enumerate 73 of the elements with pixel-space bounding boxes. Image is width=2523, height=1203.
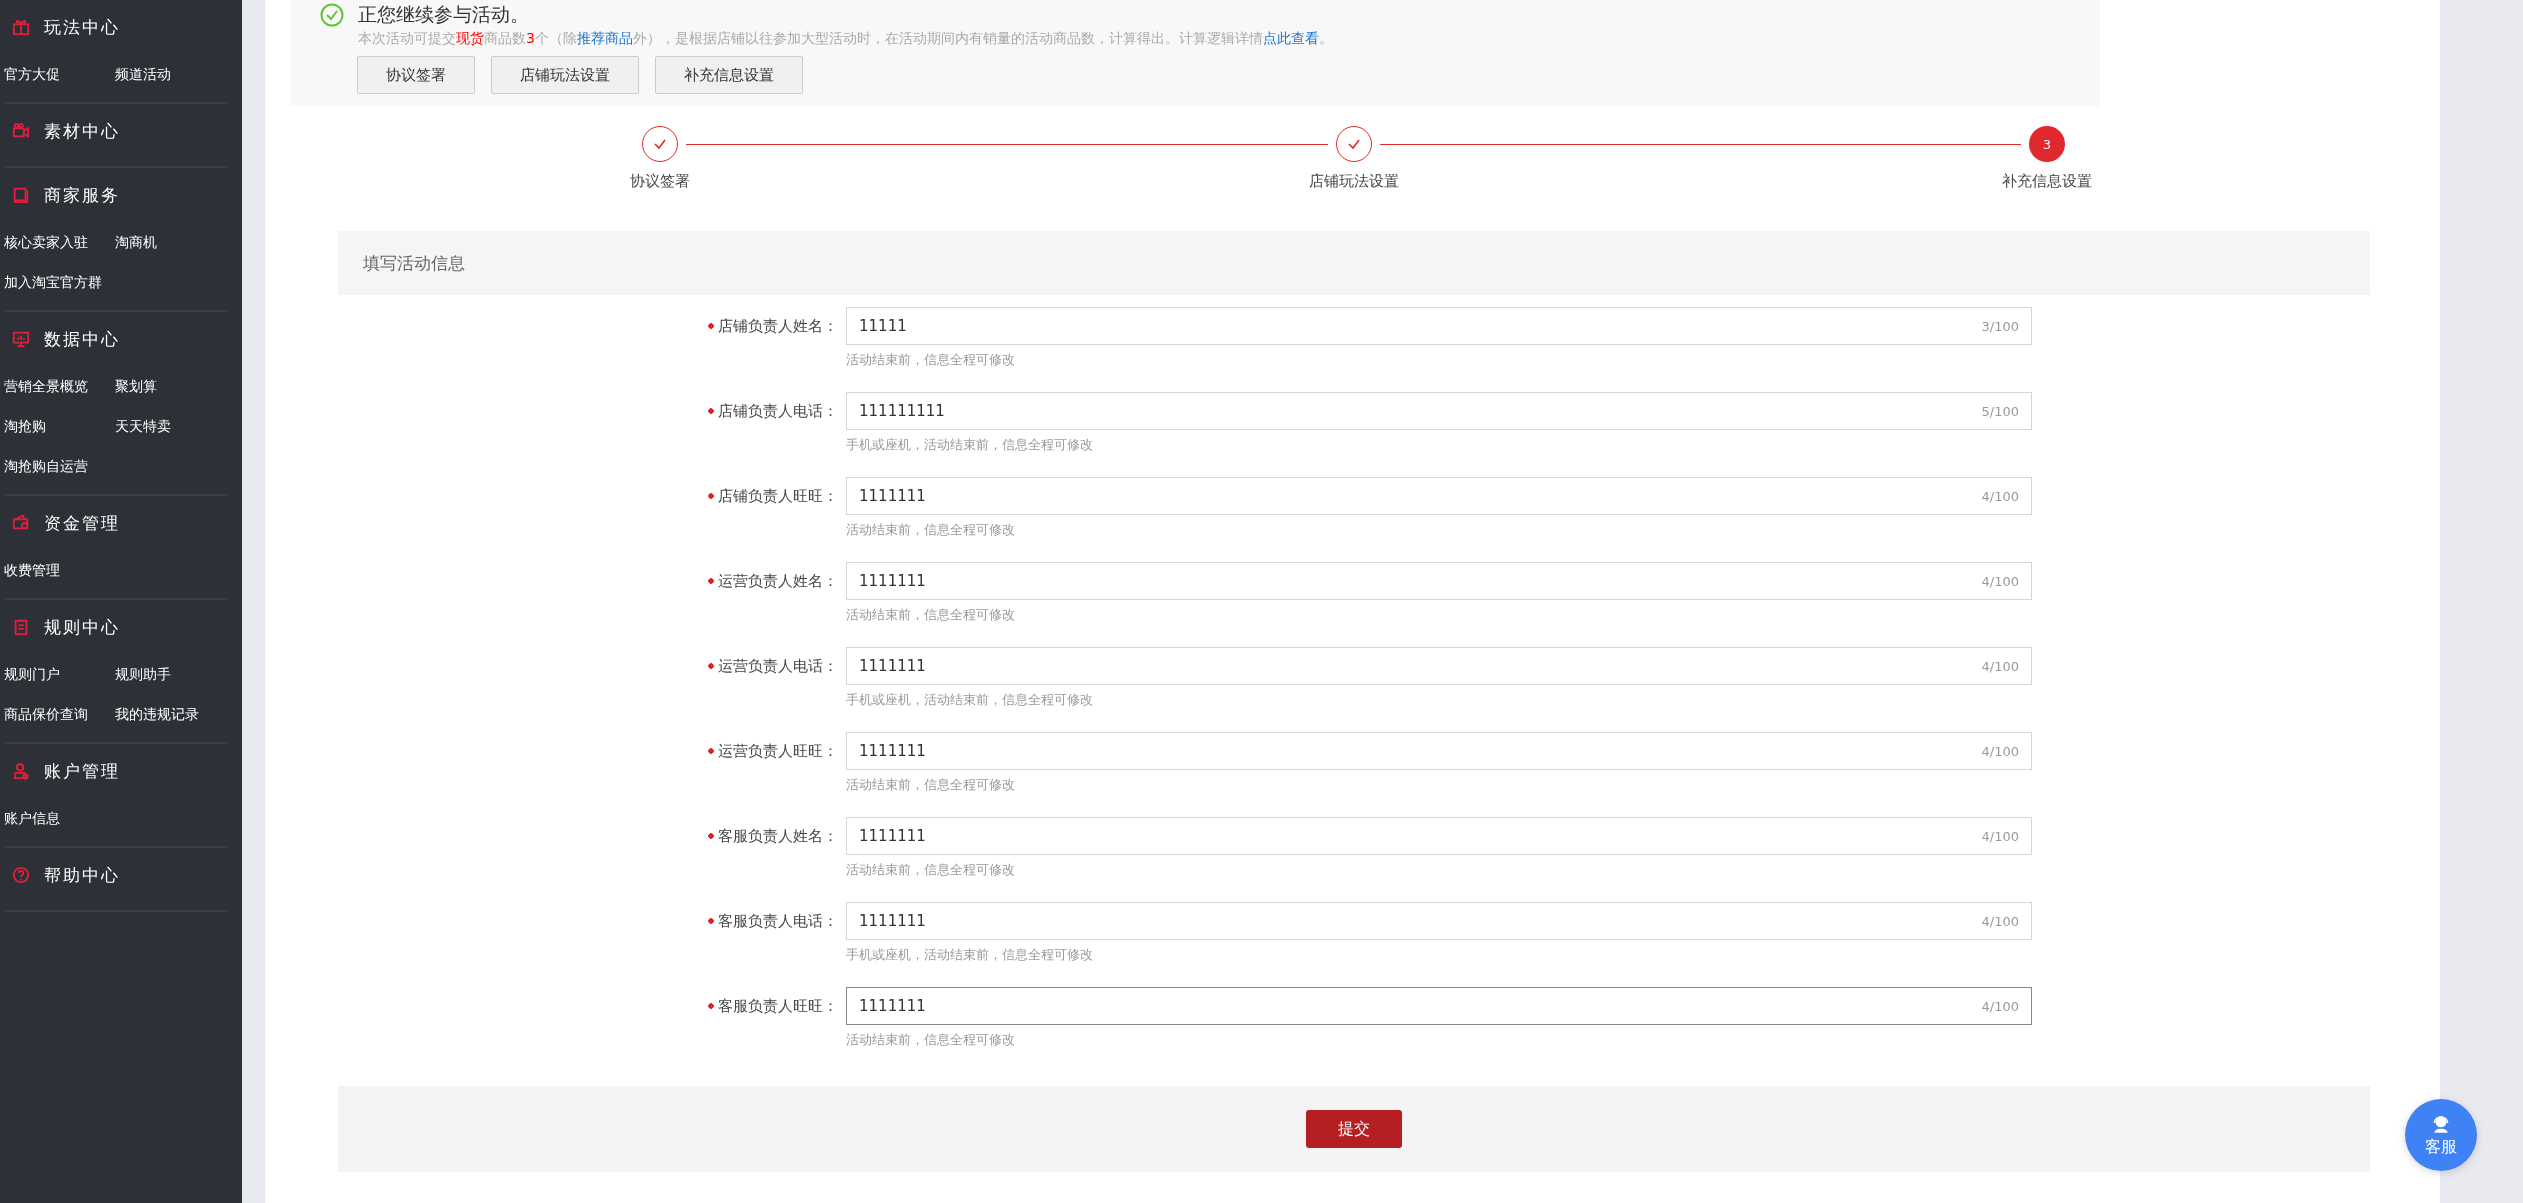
field-hint: 活动结束前，信息全程可修改 [846,861,1016,879]
check-circle-icon [320,3,344,27]
step-number: 3 [2029,126,2065,162]
help-icon [12,866,30,884]
sidebar-item[interactable]: 核心卖家入驻 [4,222,115,262]
sidebar-section-title[interactable]: 素材中心 [44,119,120,143]
input-field[interactable]: 1111111 4/100 [846,477,2032,515]
field-label: 店铺负责人旺旺： [718,487,838,506]
sidebar-item[interactable]: 加入淘宝官方群 [4,262,115,302]
step-button[interactable]: 协议签署 [357,56,475,94]
sidebar-item[interactable]: 频道活动 [115,54,228,94]
sidebar-item[interactable]: 官方大促 [4,54,115,94]
field-hint: 活动结束前，信息全程可修改 [846,1031,1016,1049]
book-icon [12,186,30,204]
user-icon [12,762,30,780]
wallet-icon [12,514,30,532]
form-title: 填写活动信息 [363,251,465,275]
sidebar-item[interactable]: 我的违规记录 [115,694,228,734]
sidebar-section-title[interactable]: 商家服务 [44,183,120,207]
input-field[interactable]: 1111111 4/100 [846,817,2032,855]
view-details-link[interactable]: 点此查看 [1262,30,1319,46]
sidebar-section-title[interactable]: 玩法中心 [44,15,120,39]
field-hint: 活动结束前，信息全程可修改 [846,521,1016,539]
notice-text: 本次活动可提交现货商品数3个（除推荐商品外），是根据店铺以往参加大型活动时，在活动期间内有销量的活动商品数，计算得出。计算逻辑详情点此查看。 [358,30,1334,48]
field-hint: 活动结束前，信息全程可修改 [846,351,1016,369]
sidebar-item[interactable]: 收费管理 [4,550,115,590]
field-label: 店铺负责人姓名： [718,317,838,336]
sidebar-section-title[interactable]: 规则中心 [44,615,120,639]
step-label: 协议签署 [630,172,690,191]
input-field[interactable]: 1111111 4/100 [846,902,2032,940]
step-label: 店铺玩法设置 [1308,172,1399,191]
sidebar-item[interactable]: 天天特卖 [115,406,228,446]
field-label: 客服负责人旺旺： [718,997,838,1016]
field-hint: 手机或座机，活动结束前，信息全程可修改 [846,691,1094,709]
sidebar-item[interactable]: 商品保价查询 [4,694,115,734]
sidebar-item[interactable]: 规则门户 [4,654,115,694]
step-label: 补充信息设置 [2002,172,2092,191]
sidebar-item[interactable]: 营销全景概览 [4,366,115,406]
sidebar-item[interactable]: 账户信息 [4,798,115,838]
input-field[interactable]: 11111 3/100 [846,307,2032,345]
sidebar-item[interactable]: 淘商机 [115,222,228,262]
field-hint: 手机或座机，活动结束前，信息全程可修改 [846,436,1094,454]
input-field[interactable]: 1111111 4/100 [846,562,2032,600]
sidebar-section-title[interactable]: 帮助中心 [44,863,120,887]
field-label: 客服负责人电话： [718,912,838,931]
sidebar-section-title[interactable]: 账户管理 [44,759,120,783]
step-button[interactable]: 店铺玩法设置 [491,56,639,94]
banner-title: 正您继续参与活动。 [358,2,529,27]
field-hint: 活动结束前，信息全程可修改 [846,606,1016,624]
sidebar-section-title[interactable]: 数据中心 [44,327,120,351]
input-field[interactable]: 1111111 4/100 [846,987,2032,1025]
field-hint: 活动结束前，信息全程可修改 [846,776,1016,794]
customer-service-button[interactable]: 客服 [2405,1099,2477,1171]
clipboard-icon [12,618,30,636]
field-label: 店铺负责人电话： [718,402,838,421]
field-label: 运营负责人姓名： [718,572,838,591]
gift-icon [12,18,30,36]
sidebar-section-title[interactable]: 资金管理 [44,511,120,535]
field-hint: 手机或座机，活动结束前，信息全程可修改 [846,946,1094,964]
step-button[interactable]: 补充信息设置 [655,56,803,94]
submit-button[interactable]: 提交 [1306,1110,1402,1148]
sidebar-item[interactable]: 聚划算 [115,366,228,406]
input-field[interactable]: 111111111 5/100 [846,392,2032,430]
monitor-icon [12,330,30,348]
field-label: 客服负责人姓名： [718,827,838,846]
field-label: 运营负责人电话： [718,657,838,676]
input-field[interactable]: 1111111 4/100 [846,647,2032,685]
input-field[interactable]: 1111111 4/100 [846,732,2032,770]
sidebar-item[interactable]: 规则助手 [115,654,228,694]
sidebar-item[interactable]: 淘抢购自运营 [4,446,115,486]
camera-icon [12,122,30,140]
sidebar-item[interactable]: 淘抢购 [4,406,115,446]
field-label: 运营负责人旺旺： [718,742,838,761]
